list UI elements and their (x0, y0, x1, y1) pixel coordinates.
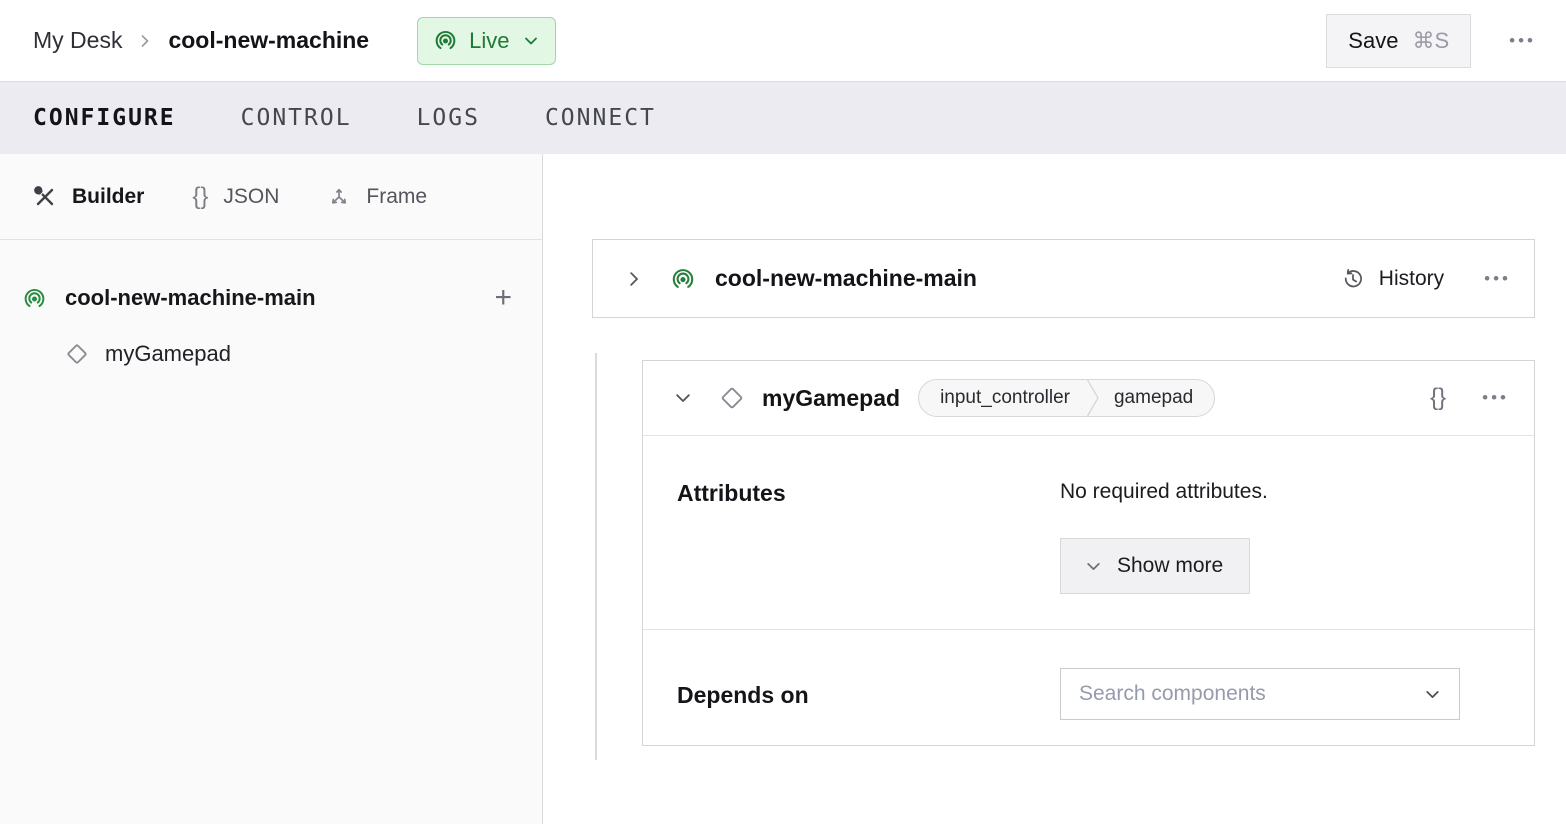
badge-divider-chevron-icon (1086, 380, 1100, 416)
breadcrumb-current: cool-new-machine (168, 27, 369, 54)
frame-axes-icon (327, 185, 351, 209)
diamond-icon (718, 384, 746, 412)
tab-logs[interactable]: LOGS (417, 105, 480, 131)
live-status-label: Live (469, 28, 509, 54)
view-tab-json[interactable]: {} JSON (192, 183, 279, 211)
view-tab-json-label: JSON (223, 185, 279, 209)
attributes-section: Attributes No required attributes. Show … (643, 436, 1534, 630)
add-component-button[interactable]: + (494, 283, 512, 313)
diamond-icon (64, 341, 90, 367)
content-area: Builder {} JSON Frame (0, 154, 1566, 824)
collapse-chevron-down-icon[interactable] (674, 389, 692, 407)
breadcrumb: My Desk cool-new-machine (33, 27, 369, 54)
view-tab-builder-label: Builder (72, 185, 144, 209)
component-card: myGamepad input_controller gamepad {} ••… (642, 360, 1535, 746)
tab-configure[interactable]: CONFIGURE (33, 105, 176, 131)
component-type-badge: input_controller gamepad (918, 379, 1215, 417)
view-tab-frame-label: Frame (366, 185, 427, 209)
machine-tree: cool-new-machine-main + myGamepad (0, 240, 542, 380)
tools-icon (33, 185, 57, 209)
history-clock-icon (1340, 266, 1366, 292)
nesting-connector-line (595, 353, 597, 760)
depends-on-body (1060, 668, 1509, 720)
expand-chevron-right-icon[interactable] (625, 270, 643, 288)
depends-on-heading: Depends on (677, 668, 1060, 708)
badge-type-label: input_controller (919, 387, 1086, 409)
depends-on-search-select (1060, 668, 1460, 720)
tree-machine-label: cool-new-machine-main (65, 285, 476, 311)
component-card-more-menu-icon[interactable]: ••• (1482, 388, 1509, 408)
broadcast-icon (670, 266, 696, 292)
chevron-down-icon (1085, 558, 1102, 575)
tree-component-label: myGamepad (105, 341, 231, 367)
history-label: History (1379, 267, 1444, 291)
save-button[interactable]: Save ⌘S (1326, 14, 1471, 68)
badge-model-label: gamepad (1100, 387, 1214, 409)
sidebar: Builder {} JSON Frame (0, 154, 543, 824)
live-status-dropdown[interactable]: Live (417, 17, 556, 65)
broadcast-icon (22, 286, 47, 311)
chevron-right-icon (137, 33, 153, 49)
topbar-more-menu-icon[interactable]: ••• (1509, 31, 1536, 51)
view-tab-builder[interactable]: Builder (33, 185, 144, 209)
history-button[interactable]: History (1340, 266, 1444, 292)
machine-part-card: cool-new-machine-main History ••• (592, 239, 1535, 318)
component-card-header: myGamepad input_controller gamepad {} ••… (643, 361, 1534, 436)
nav-tab-bar: CONFIGURE CONTROL LOGS CONNECT (0, 82, 1566, 154)
component-card-title: myGamepad (762, 385, 900, 412)
attributes-body: No required attributes. Show more (1060, 480, 1509, 594)
tree-item-component[interactable]: myGamepad (0, 328, 542, 380)
show-more-button[interactable]: Show more (1060, 538, 1250, 594)
chevron-down-icon[interactable] (1424, 686, 1441, 703)
save-button-label: Save (1348, 28, 1398, 54)
braces-icon: {} (192, 183, 208, 211)
broadcast-icon (433, 28, 458, 53)
tab-connect[interactable]: CONNECT (545, 105, 656, 131)
machine-card-more-menu-icon[interactable]: ••• (1484, 269, 1511, 289)
machine-card-title: cool-new-machine-main (715, 265, 1340, 292)
breadcrumb-parent[interactable]: My Desk (33, 27, 122, 54)
attributes-empty-message: No required attributes. (1060, 480, 1509, 504)
tree-item-machine[interactable]: cool-new-machine-main + (0, 272, 542, 324)
save-shortcut-hint: ⌘S (1412, 28, 1449, 54)
search-components-input[interactable] (1061, 669, 1424, 719)
main-panel: cool-new-machine-main History ••• (543, 154, 1566, 824)
code-braces-icon[interactable]: {} (1430, 384, 1446, 412)
chevron-down-icon (523, 33, 539, 49)
top-bar: My Desk cool-new-machine Live Save ⌘S ••… (0, 0, 1566, 82)
attributes-heading: Attributes (677, 480, 1060, 594)
tab-control[interactable]: CONTROL (241, 105, 352, 131)
show-more-label: Show more (1117, 554, 1223, 578)
view-tab-frame[interactable]: Frame (327, 185, 427, 209)
depends-on-section: Depends on (643, 630, 1534, 745)
view-tab-bar: Builder {} JSON Frame (0, 154, 542, 240)
